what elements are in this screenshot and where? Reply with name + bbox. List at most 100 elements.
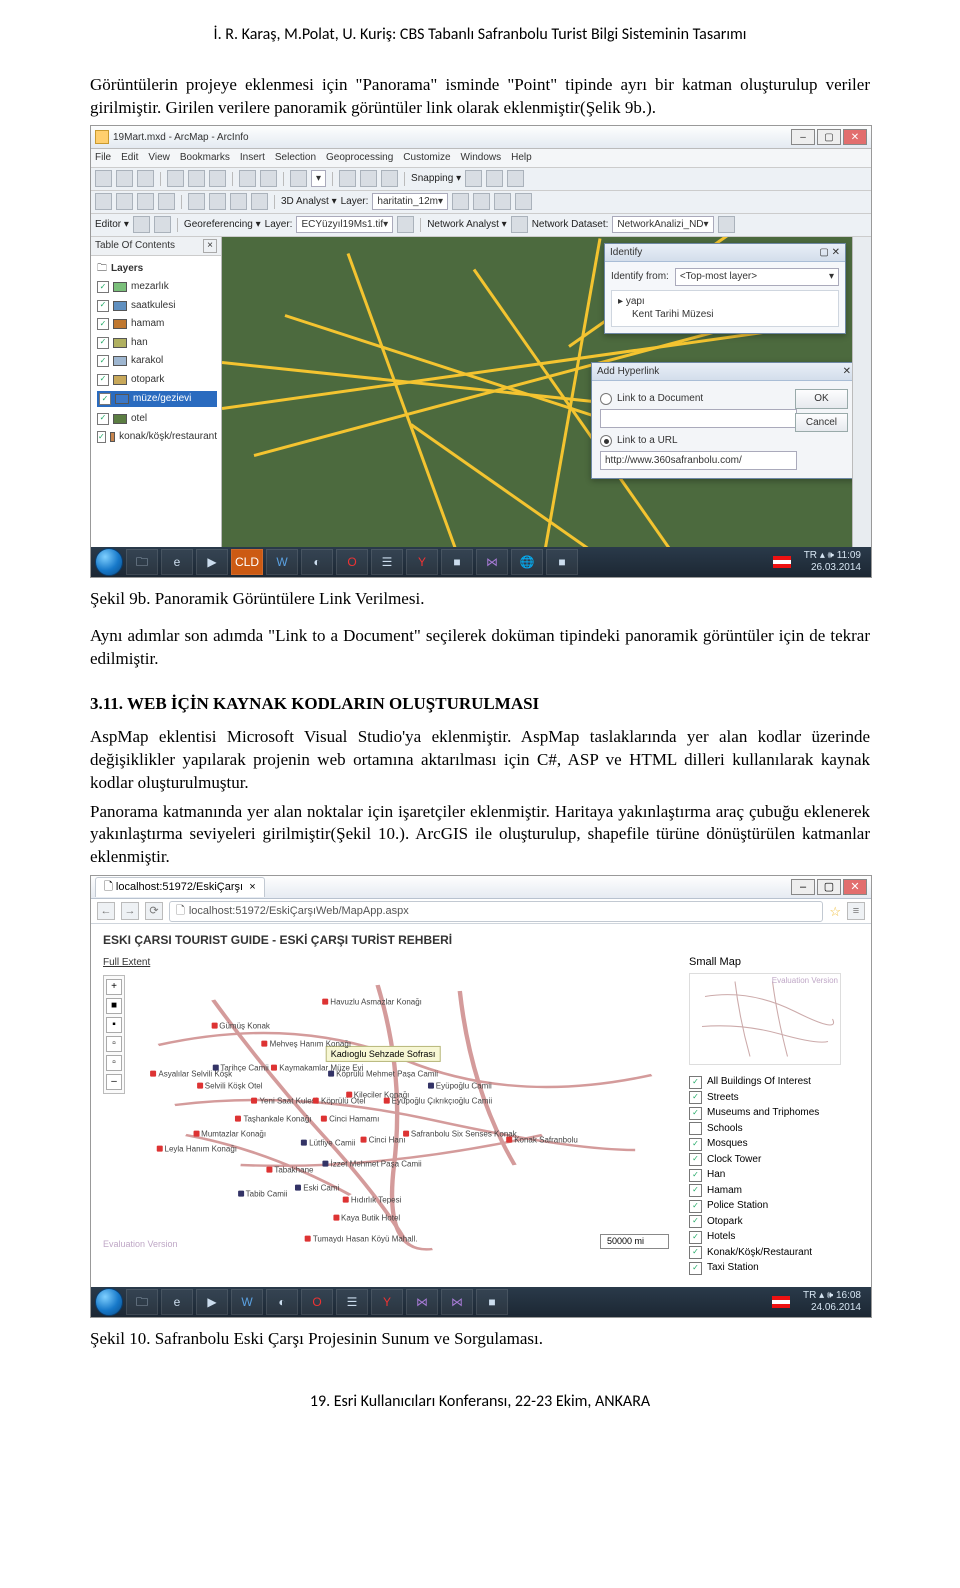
- zoom-level-icon[interactable]: ▫: [106, 1055, 122, 1071]
- map-canvas[interactable]: Identify ▢ ✕ Identify from: <Top-most la…: [222, 237, 852, 547]
- layer-checkbox-row[interactable]: ✓Clock Tower: [689, 1153, 859, 1167]
- redo-icon[interactable]: [260, 170, 277, 187]
- tray[interactable]: TR ▴ 🕪 11:09 26.03.2014: [798, 550, 867, 574]
- cut-icon[interactable]: [167, 170, 184, 187]
- checkbox-icon[interactable]: ✓: [689, 1262, 702, 1275]
- layers-root[interactable]: 🗀Layers: [97, 262, 217, 276]
- taskbar-app-icon[interactable]: ☰: [371, 549, 403, 575]
- toolbox-icon[interactable]: [339, 170, 356, 187]
- zoom-level-icon[interactable]: ■: [106, 998, 122, 1014]
- address-input[interactable]: 🗋 localhost:51972/EskiÇarşıWeb/MapApp.as…: [169, 901, 823, 922]
- map-area[interactable]: Full Extent + ■ ▪ ▫ ▫ – Evaluation Versi…: [103, 955, 679, 1255]
- build-icon[interactable]: [718, 216, 735, 233]
- identify-dialog[interactable]: Identify ▢ ✕ Identify from: <Top-most la…: [604, 243, 846, 334]
- map-poi[interactable]: Tabakhane: [266, 1165, 313, 1176]
- menu-item[interactable]: Customize: [403, 151, 450, 165]
- url-input[interactable]: http://www.360safranbolu.com/: [600, 451, 797, 471]
- word-icon[interactable]: W: [231, 1289, 263, 1315]
- start-button[interactable]: [95, 1288, 123, 1316]
- checkbox-icon[interactable]: ✓: [689, 1138, 702, 1151]
- add-data-icon[interactable]: [290, 170, 307, 187]
- map-poi[interactable]: Gümüş Konak: [211, 1021, 270, 1032]
- map-poi[interactable]: Köprülü Mehmet Paşa Camii: [328, 1069, 438, 1080]
- menu-item[interactable]: Selection: [275, 151, 316, 165]
- toc-close-icon[interactable]: ×: [203, 239, 217, 253]
- map-poi[interactable]: Eski Cami: [295, 1183, 339, 1194]
- net-analyst-label[interactable]: Network Analyst ▾: [427, 218, 507, 232]
- open-icon[interactable]: [95, 170, 112, 187]
- copy-icon[interactable]: [188, 170, 205, 187]
- layer-checkbox-row[interactable]: ✓Museums and Triphomes: [689, 1106, 859, 1120]
- checkbox-icon[interactable]: ✓: [689, 1107, 702, 1120]
- map-poi[interactable]: Eyüpoğlu Camii: [428, 1081, 492, 1092]
- layer-item[interactable]: ✓otel: [97, 412, 217, 426]
- opera-icon[interactable]: O: [336, 549, 368, 575]
- terrain-icon[interactable]: [452, 193, 469, 210]
- map-poi[interactable]: Tabib Camii: [238, 1189, 288, 1200]
- profile-icon[interactable]: [494, 193, 511, 210]
- zoomout-icon[interactable]: [116, 193, 133, 210]
- zoom-control[interactable]: + ■ ▪ ▫ ▫ –: [103, 975, 125, 1094]
- browser-tab[interactable]: 🗋 localhost:51972/EskiÇarşı ×: [95, 877, 265, 897]
- checkbox-icon[interactable]: ✓: [97, 431, 106, 443]
- menu-icon[interactable]: ≡: [847, 902, 865, 920]
- edit-vertex-icon[interactable]: [154, 216, 171, 233]
- map-poi[interactable]: Leyla Hanım Konağı: [157, 1144, 238, 1155]
- overview-map[interactable]: Evaluation Version: [689, 973, 841, 1065]
- map-poi[interactable]: Yeni Saat Kulesi: [251, 1096, 317, 1107]
- checkbox-icon[interactable]: ✓: [689, 1184, 702, 1197]
- undo-icon[interactable]: [239, 170, 256, 187]
- radio-link-document[interactable]: Link to a Document: [600, 392, 787, 406]
- scene-icon[interactable]: [515, 193, 532, 210]
- net-dataset-combo[interactable]: NetworkAnalizi_ND ▾: [612, 216, 713, 233]
- save-icon[interactable]: [116, 170, 133, 187]
- checkbox-icon[interactable]: ✓: [97, 300, 109, 312]
- layer-checkbox-row[interactable]: ✓Streets: [689, 1091, 859, 1105]
- layer-checkbox-row[interactable]: ✓Hamam: [689, 1184, 859, 1198]
- map-poi[interactable]: Cinci Hanı: [361, 1135, 406, 1146]
- map-poi[interactable]: Konak Safranbolu: [506, 1135, 578, 1146]
- taskbar-app-icon[interactable]: ☰: [336, 1289, 368, 1315]
- snap-point-icon[interactable]: [465, 170, 482, 187]
- map-poi[interactable]: İzzet Mehmet Paşa Camii: [323, 1159, 422, 1170]
- select-icon[interactable]: [188, 193, 205, 210]
- map-poi[interactable]: Lütfiye Camii: [301, 1138, 355, 1149]
- layer-item[interactable]: ✓hamam: [97, 317, 217, 331]
- map-poi[interactable]: Taşhankale Konağı: [235, 1114, 311, 1125]
- editor-label[interactable]: Editor ▾: [95, 218, 129, 232]
- layer-checkbox-row[interactable]: ✓Mosques: [689, 1137, 859, 1151]
- close-icon[interactable]: ▢ ✕: [819, 246, 840, 260]
- checkbox-icon[interactable]: ✓: [689, 1246, 702, 1259]
- map-poi[interactable]: Kaya Butik Hotel: [333, 1213, 400, 1224]
- back-icon[interactable]: ←: [97, 902, 115, 920]
- menu-item[interactable]: Help: [511, 151, 532, 165]
- find-icon[interactable]: [230, 193, 247, 210]
- analyst-label[interactable]: 3D Analyst ▾: [281, 195, 337, 209]
- chrome-icon[interactable]: ◐: [301, 549, 333, 575]
- checkbox-icon[interactable]: ✓: [689, 1231, 702, 1244]
- maximize-icon[interactable]: ▢: [817, 879, 841, 895]
- layer-checkbox-row[interactable]: ✓All Buildings Of Interest: [689, 1075, 859, 1089]
- snapping-label[interactable]: Snapping ▾: [411, 172, 461, 186]
- identify-icon[interactable]: [209, 193, 226, 210]
- map-poi[interactable]: Tumaydı Hasan Köyü Mahall.: [305, 1234, 418, 1245]
- checkbox-icon[interactable]: ✓: [689, 1169, 702, 1182]
- zoomin-icon[interactable]: [95, 193, 112, 210]
- lang-flag-icon[interactable]: [773, 556, 791, 568]
- checkbox-icon[interactable]: [689, 1122, 702, 1135]
- cancel-button[interactable]: Cancel: [795, 413, 848, 433]
- layer-combo[interactable]: haritatin_12m ▾: [372, 193, 448, 210]
- contour-icon[interactable]: [473, 193, 490, 210]
- georef-layer-combo[interactable]: ECYüzyıl19Ms1.tif ▾: [296, 216, 393, 233]
- vs-icon[interactable]: ⋈: [406, 1289, 438, 1315]
- checkbox-icon[interactable]: ✓: [97, 318, 109, 330]
- layer-item[interactable]: ✓mezarlık: [97, 280, 217, 294]
- close-icon[interactable]: ✕: [843, 879, 867, 895]
- map-poi[interactable]: Havuzlu Asmazlar Konağı: [322, 997, 422, 1008]
- layer-checkbox-row[interactable]: ✓Han: [689, 1168, 859, 1182]
- reload-icon[interactable]: ⟳: [145, 902, 163, 920]
- identify-from-combo[interactable]: <Top-most layer>▾: [675, 268, 839, 286]
- search-icon[interactable]: [381, 170, 398, 187]
- vs-icon[interactable]: ⋈: [476, 549, 508, 575]
- checkbox-icon[interactable]: ✓: [97, 355, 109, 367]
